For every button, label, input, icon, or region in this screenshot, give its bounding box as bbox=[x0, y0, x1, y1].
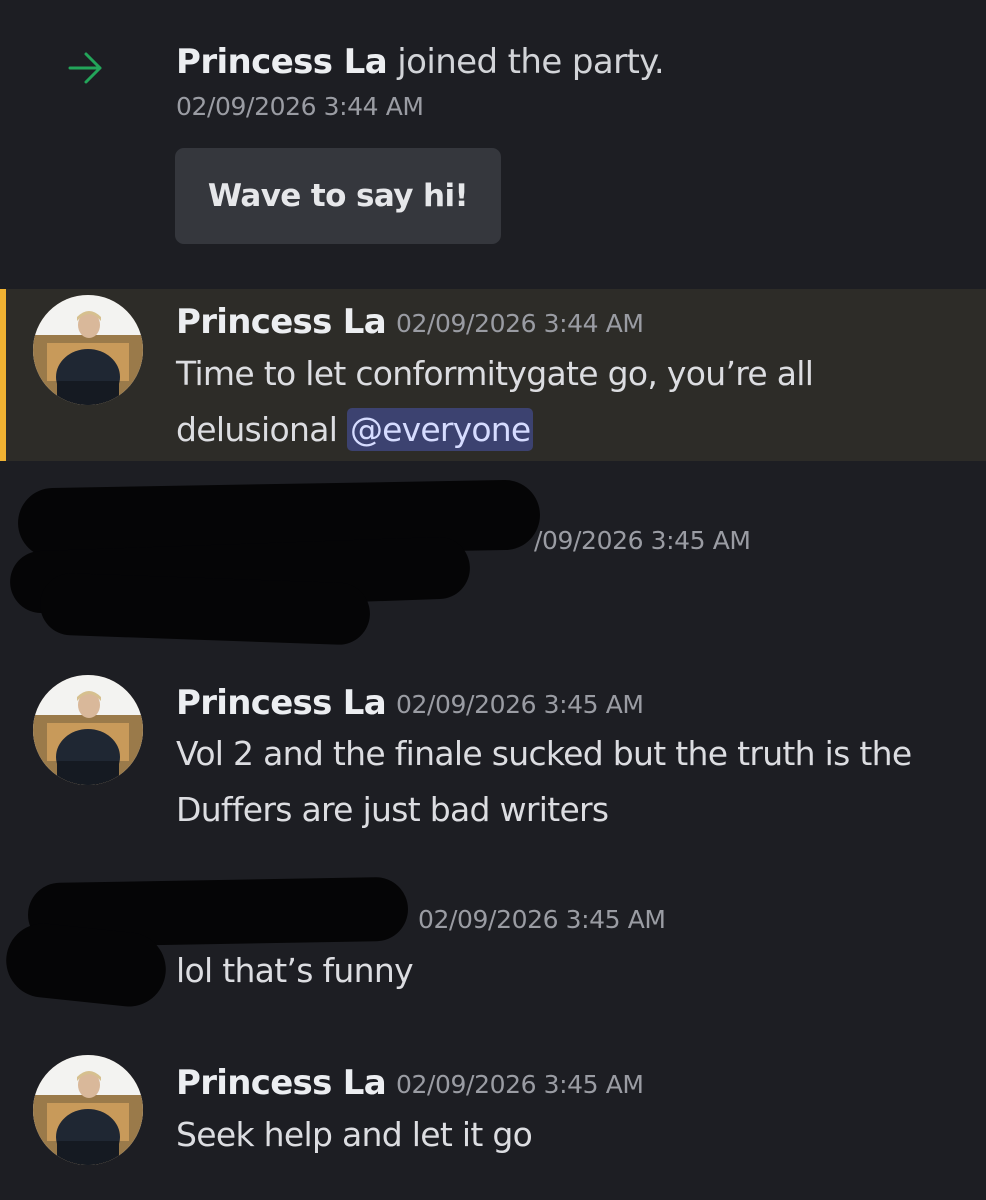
message-author[interactable]: Princess La bbox=[176, 681, 387, 725]
join-message: Princess La joined the party. bbox=[176, 40, 665, 84]
message-timestamp: 02/09/2026 3:45 AM bbox=[396, 1070, 644, 1099]
message-text-line: lol that’s funny bbox=[176, 951, 414, 990]
avatar[interactable] bbox=[33, 295, 143, 405]
message-author[interactable]: Princess La bbox=[176, 300, 387, 344]
message-timestamp: 02/09/2026 3:45 AM bbox=[418, 905, 666, 934]
message-author[interactable]: Princess La bbox=[176, 1061, 387, 1105]
message-timestamp: /09/2026 3:45 AM bbox=[534, 526, 751, 555]
mention-highlight-bar bbox=[0, 289, 6, 461]
message-text-line: delusional @everyone bbox=[176, 402, 534, 458]
join-username[interactable]: Princess La bbox=[176, 42, 388, 82]
message-text-line: Time to let conformitygate go, you’re al… bbox=[176, 354, 814, 393]
message-text-line: Duffers are just bad writers bbox=[176, 790, 609, 829]
message-timestamp: 02/09/2026 3:45 AM bbox=[396, 690, 644, 719]
wave-button[interactable]: Wave to say hi! bbox=[175, 148, 501, 244]
message-text: delusional bbox=[176, 410, 347, 449]
avatar[interactable] bbox=[33, 675, 143, 785]
avatar[interactable] bbox=[33, 1055, 143, 1165]
message-timestamp: 02/09/2026 3:44 AM bbox=[396, 309, 644, 338]
join-text: joined the party. bbox=[387, 42, 665, 82]
message-text-line: Vol 2 and the finale sucked but the trut… bbox=[176, 734, 912, 773]
redaction-mark bbox=[39, 572, 371, 646]
join-timestamp: 02/09/2026 3:44 AM bbox=[176, 92, 424, 121]
everyone-mention[interactable]: @everyone bbox=[346, 408, 534, 451]
join-arrow-icon bbox=[64, 48, 108, 88]
message-text-line: Seek help and let it go bbox=[176, 1115, 533, 1154]
